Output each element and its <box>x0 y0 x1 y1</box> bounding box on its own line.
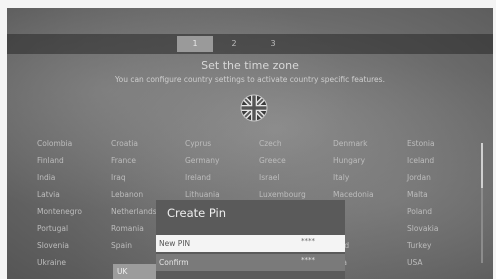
step-2[interactable]: 2 <box>216 36 252 52</box>
country-item[interactable]: Iraq <box>107 170 179 185</box>
new-pin-value: **** <box>301 237 315 245</box>
country-item[interactable]: Colombia <box>33 136 105 151</box>
country-item[interactable]: Estonia <box>403 136 475 151</box>
dialog-title: Create Pin <box>167 206 227 220</box>
country-item[interactable]: Jordan <box>403 170 475 185</box>
country-item[interactable]: Finland <box>33 153 105 168</box>
country-item[interactable]: Denmark <box>329 136 401 151</box>
country-item[interactable]: Slovenia <box>33 238 105 253</box>
country-item[interactable]: Malta <box>403 187 475 202</box>
country-item[interactable]: Poland <box>403 204 475 219</box>
country-item[interactable]: USA <box>403 255 475 270</box>
country-item[interactable]: Turkey <box>403 238 475 253</box>
country-item[interactable]: Cyprus <box>181 136 253 151</box>
country-item[interactable]: Czech <box>255 136 327 151</box>
country-item[interactable]: Iceland <box>403 153 475 168</box>
confirm-pin-label: Confirm <box>159 258 189 267</box>
country-item[interactable]: Montenegro <box>33 204 105 219</box>
new-pin-label: New PIN <box>159 239 191 248</box>
step-indicator: 1 2 3 <box>7 34 493 54</box>
country-item[interactable]: Ireland <box>181 170 253 185</box>
page-subtitle: You can configure country settings to ac… <box>115 75 385 84</box>
page-title: Set the time zone <box>201 59 299 72</box>
step-1[interactable]: 1 <box>177 36 213 52</box>
confirm-pin-value: **** <box>301 256 315 264</box>
country-item[interactable]: Croatia <box>107 136 179 151</box>
uk-flag-icon <box>240 94 268 122</box>
scrollbar[interactable] <box>481 143 483 263</box>
new-pin-field[interactable]: New PIN **** <box>156 235 345 252</box>
country-item[interactable]: Hungary <box>329 153 401 168</box>
country-item[interactable]: Israel <box>255 170 327 185</box>
country-item[interactable]: Ukraine <box>33 255 105 270</box>
country-item[interactable]: Italy <box>329 170 401 185</box>
confirm-pin-field[interactable]: Confirm **** <box>156 254 345 271</box>
country-item[interactable]: Latvia <box>33 187 105 202</box>
country-item[interactable]: Greece <box>255 153 327 168</box>
scrollbar-thumb[interactable] <box>481 143 483 188</box>
country-item[interactable]: Slovakia <box>403 221 475 236</box>
country-item[interactable]: France <box>107 153 179 168</box>
create-pin-dialog: Create Pin New PIN **** Confirm **** <box>156 200 345 279</box>
country-item[interactable]: India <box>33 170 105 185</box>
country-item[interactable]: Germany <box>181 153 253 168</box>
country-item[interactable]: Portugal <box>33 221 105 236</box>
step-3[interactable]: 3 <box>255 36 291 52</box>
